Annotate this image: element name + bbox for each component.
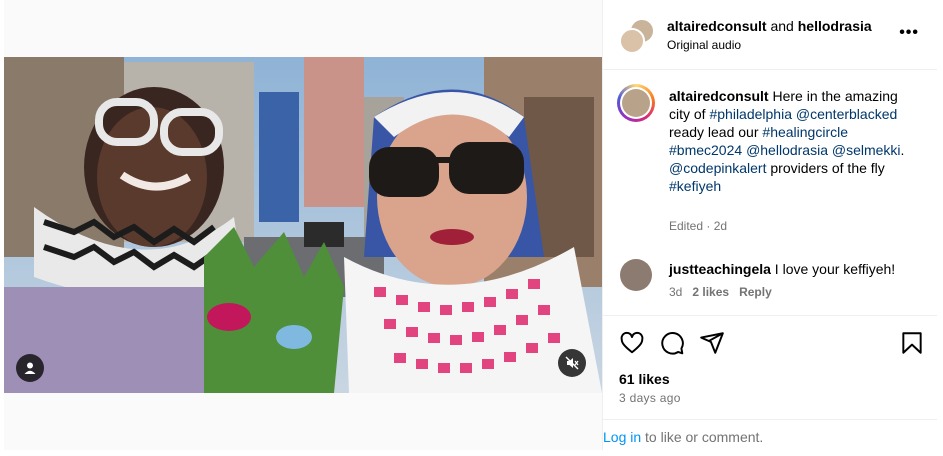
mute-glyph xyxy=(565,356,579,370)
caption-fragment: ready lead our xyxy=(669,124,763,140)
likes-count[interactable]: 61 likes xyxy=(619,371,670,387)
user-icon[interactable] xyxy=(16,354,44,382)
user-tag-glyph xyxy=(24,362,36,374)
bookmark-glyph xyxy=(902,332,922,354)
comment-username[interactable]: justteachingela xyxy=(669,261,771,277)
caption-username[interactable]: altairedconsult xyxy=(669,88,769,104)
username-link[interactable]: altairedconsult xyxy=(667,18,767,34)
avatar xyxy=(619,28,645,54)
send-icon[interactable] xyxy=(699,330,725,356)
comment-body: I love your keffiyeh! xyxy=(770,261,896,277)
login-link[interactable]: Log in xyxy=(603,429,641,445)
post-header: altairedconsult and hellodrasia Original… xyxy=(603,0,937,70)
action-bar xyxy=(603,315,937,367)
mention-link[interactable]: @selmekki xyxy=(832,142,901,158)
hashtag-link[interactable]: #philadelphia xyxy=(709,106,792,122)
login-prompt: Log in to like or comment. xyxy=(603,429,763,445)
caption-fragment: providers of the fly xyxy=(766,160,885,176)
caption-text: altairedconsult Here in the amazing city… xyxy=(669,87,919,195)
caption-meta: Edited · 2d xyxy=(669,219,728,233)
video-frame-image xyxy=(4,57,602,393)
audio-link[interactable]: Original audio xyxy=(667,38,741,52)
bookmark-icon[interactable] xyxy=(899,330,925,356)
hashtag-link[interactable]: #healingcircle xyxy=(762,124,848,140)
post-timestamp[interactable]: 3 days ago xyxy=(619,391,681,405)
comment-avatar[interactable] xyxy=(620,259,652,291)
hashtag-link[interactable]: #kefiyeh xyxy=(669,178,721,194)
heart-icon[interactable] xyxy=(619,330,645,356)
login-bar: Log in to like or comment. xyxy=(603,419,937,450)
mention-link[interactable]: @centerblacked xyxy=(796,106,897,122)
media-pane xyxy=(4,0,602,450)
avatar-ring-inner xyxy=(620,87,652,119)
muted-speaker-icon[interactable] xyxy=(558,349,586,377)
comment-text: justteachingela I love your keffiyeh! xyxy=(669,260,895,278)
comment-meta: 3d 2 likes Reply xyxy=(669,285,782,299)
comment-glyph xyxy=(661,332,684,355)
username-link[interactable]: hellodrasia xyxy=(798,18,872,34)
video-player[interactable] xyxy=(4,57,602,393)
collab-avatars[interactable] xyxy=(619,18,655,54)
collab-names: altairedconsult and hellodrasia xyxy=(667,18,872,34)
heart-glyph xyxy=(620,331,644,354)
post-sidebar: altairedconsult and hellodrasia Original… xyxy=(602,0,937,450)
more-horizontal-icon[interactable]: ••• xyxy=(899,24,919,42)
send-glyph xyxy=(700,332,724,354)
comment-age: 3d xyxy=(669,285,683,299)
and-text: and xyxy=(766,18,798,34)
caption-avatar[interactable] xyxy=(617,84,655,122)
mention-link[interactable]: @hellodrasia xyxy=(746,142,828,158)
hashtag-link[interactable]: #bmec2024 xyxy=(669,142,742,158)
avatar xyxy=(622,89,650,117)
login-rest: to like or comment. xyxy=(641,429,764,445)
comment-likes-link[interactable]: 2 likes xyxy=(692,285,729,299)
comment-icon[interactable] xyxy=(659,330,685,356)
mention-link[interactable]: @codepinkalert xyxy=(669,160,767,176)
reply-button[interactable]: Reply xyxy=(739,285,772,299)
caption-fragment: . xyxy=(900,142,905,158)
